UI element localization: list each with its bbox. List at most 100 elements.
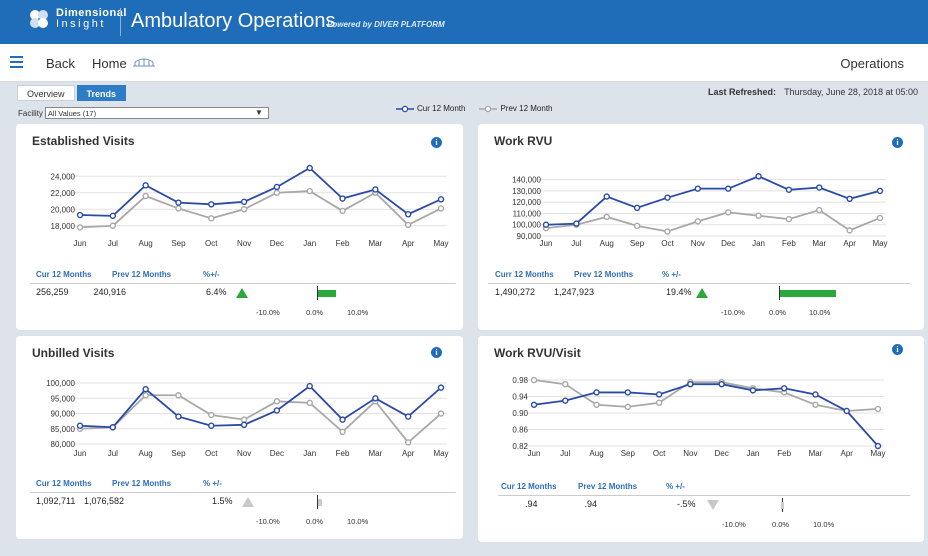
prev-12-months-header: Prev 12 Months	[578, 482, 638, 491]
x-tick-label: Jun	[74, 449, 87, 458]
y-tick-label: 22,000	[51, 189, 76, 198]
current-data-point	[273, 183, 281, 191]
scale-tick-label: 0.0%	[306, 308, 324, 317]
back-link[interactable]: Back	[46, 56, 75, 71]
previous-data-point	[404, 221, 412, 229]
y-tick-label: 95,000	[51, 394, 76, 403]
nav-bar: Back Home Operations	[0, 44, 928, 82]
x-tick-label: Feb	[336, 239, 350, 248]
current-data-point	[76, 422, 84, 429]
x-tick-label: Sep	[630, 239, 645, 248]
x-tick-label: Nov	[691, 239, 705, 248]
previous-data-point	[724, 209, 732, 216]
current-series-line	[533, 383, 879, 447]
pct-change-header: %+/-	[203, 270, 220, 279]
cur-12-months-header: Curr 12 Months	[495, 270, 554, 279]
y-tick-label: 0.94	[512, 393, 528, 402]
y-tick-label: 0.90	[512, 409, 528, 418]
prev-12-months-header: Prev 12 Months	[112, 479, 172, 488]
scale-tick-label: -10.0%	[256, 517, 280, 526]
scale-tick-label: -10.0%	[721, 308, 745, 317]
cur-12-months-header: Cur 12 Months	[501, 482, 557, 491]
previous-data-point	[404, 439, 412, 446]
x-tick-label: Jun	[528, 449, 541, 458]
current-data-point	[208, 201, 215, 208]
tab-trends[interactable]: Trends	[76, 85, 127, 101]
current-data-point	[175, 199, 182, 206]
current-data-point	[404, 210, 412, 218]
current-data-point	[76, 211, 84, 219]
tab-overview[interactable]: Overview	[17, 85, 75, 101]
previous-data-point	[339, 428, 346, 436]
app-header: Dimensional Insight Ambulatory Operation…	[0, 0, 928, 44]
x-tick-label: Feb	[336, 449, 350, 458]
current-data-point	[749, 387, 757, 394]
x-tick-label: Mar	[368, 449, 382, 458]
y-tick-label: 80,000	[51, 440, 76, 449]
prev-12-months-header: Prev 12 Months	[574, 270, 634, 279]
x-tick-label: Nov	[237, 449, 251, 458]
legend-previous-marker-icon	[479, 105, 498, 112]
previous-data-point	[624, 403, 632, 411]
previous-data-point	[339, 207, 346, 215]
x-tick-label: Aug	[589, 449, 603, 458]
pct-change-bar	[780, 502, 784, 509]
previous-data-point	[655, 399, 663, 406]
summary-divider	[30, 283, 456, 284]
summary-divider	[30, 492, 456, 493]
chart-legend: Cur 12 Month Prev 12 Month	[396, 104, 567, 113]
current-data-point	[306, 164, 313, 172]
current-data-point	[812, 391, 819, 398]
x-tick-label: Dec	[715, 449, 729, 458]
bridge-icon[interactable]	[132, 56, 156, 74]
current-data-point	[593, 389, 600, 396]
logo-line-2: Insight	[56, 18, 106, 30]
x-tick-label: May	[872, 239, 887, 248]
current-data-point	[542, 221, 550, 228]
previous-data-point	[306, 187, 313, 195]
scale-tick-label: 10.0%	[347, 308, 369, 317]
pct-change-bar	[318, 290, 336, 297]
scale-tick-label: 10.0%	[813, 520, 835, 529]
cur-12-months-value: 256,259	[36, 287, 69, 297]
previous-data-point	[273, 398, 281, 405]
hamburger-menu-icon[interactable]	[10, 56, 23, 68]
trend-up-icon	[236, 288, 248, 298]
previous-data-point	[816, 206, 823, 214]
facility-filter: Facility All Values (17) ▼	[18, 107, 269, 119]
current-data-point	[843, 407, 850, 415]
current-data-point	[785, 186, 793, 193]
x-tick-label: Dec	[270, 239, 284, 248]
current-data-point	[372, 186, 379, 193]
powered-by-text: Powered by DIVER PLATFORM	[327, 20, 445, 29]
x-tick-label: Jul	[571, 239, 581, 248]
pct-change-value: 6.4%	[206, 287, 227, 297]
current-data-point	[404, 413, 412, 420]
current-data-point	[633, 204, 641, 212]
scale-tick-label: -10.0%	[256, 308, 280, 317]
x-tick-label: Jan	[746, 449, 759, 458]
prev-12-months-header: Prev 12 Months	[112, 270, 172, 279]
previous-data-point	[846, 227, 853, 234]
previous-data-point	[755, 212, 762, 219]
facility-select[interactable]: All Values (17) ▼	[44, 107, 269, 119]
scale-tick-label: 0.0%	[306, 517, 324, 526]
current-data-point	[437, 384, 445, 391]
established-visits-panel: Established Visits i 24,000 22,000 20,000 1…	[16, 124, 463, 330]
previous-data-point	[664, 228, 671, 235]
work-rvu-per-visit-chart: 0.98 0.94 0.90 0.86 0.82Jun Jul Aug Sep Oct Nov De…	[512, 376, 885, 458]
previous-data-point	[175, 205, 182, 212]
previous-data-point	[593, 401, 600, 408]
x-tick-label: Nov	[683, 449, 697, 458]
x-tick-label: Sep	[171, 239, 186, 248]
home-link[interactable]: Home	[92, 56, 127, 71]
current-data-point	[816, 184, 823, 191]
legend-current-label: Cur 12 Month	[417, 104, 466, 113]
summary-divider	[498, 495, 910, 496]
dimensional-insight-logo: Dimensional Insight	[28, 8, 127, 30]
logo-icon	[28, 8, 50, 30]
x-tick-label: Nov	[237, 239, 251, 248]
x-tick-label: Apr	[402, 449, 415, 458]
trend-down-icon	[707, 500, 719, 510]
trend-up-icon	[696, 288, 708, 298]
